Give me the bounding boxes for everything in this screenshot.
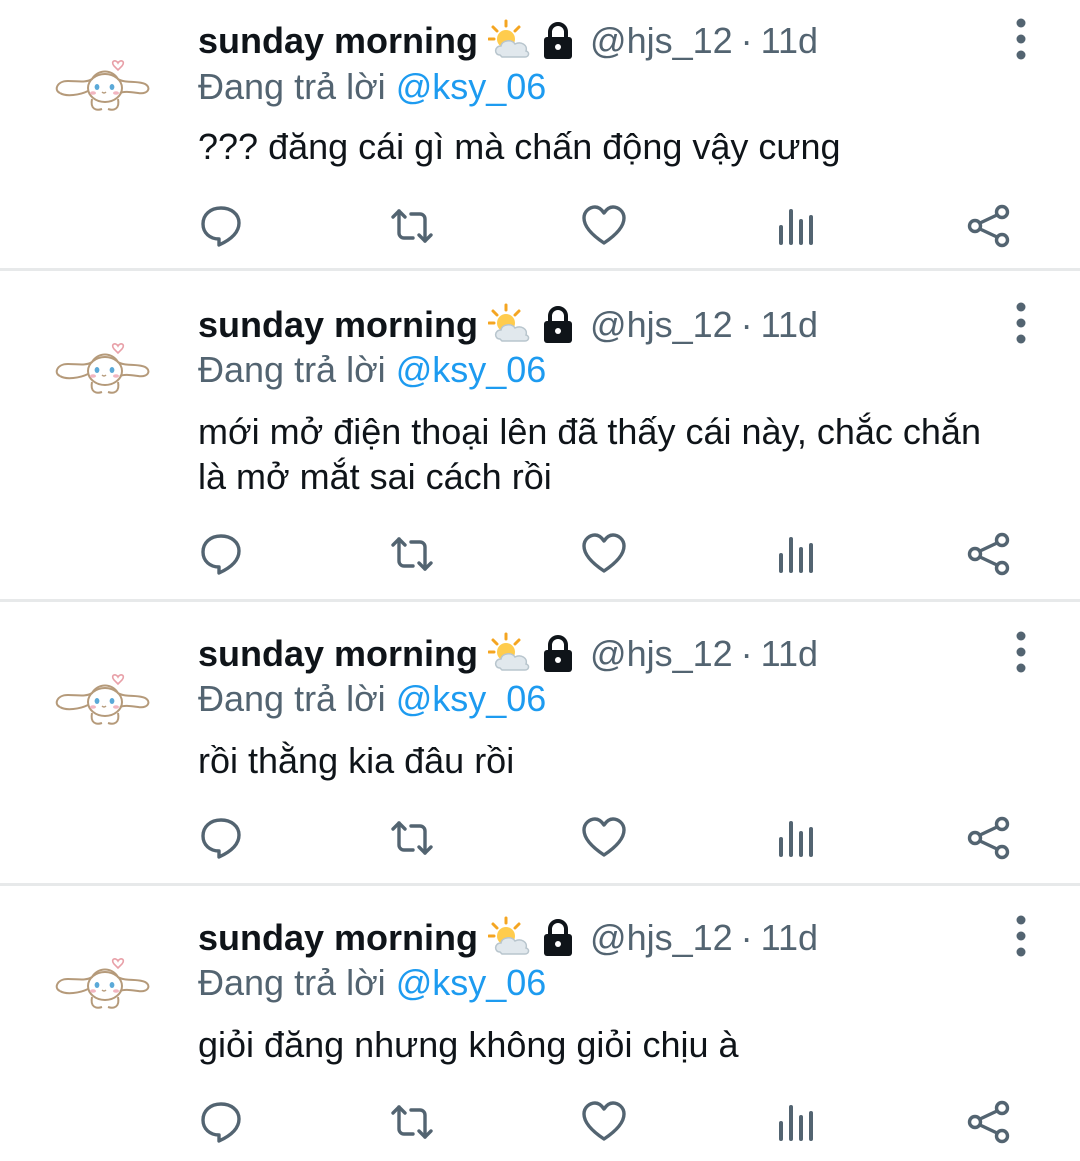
more-options-icon[interactable] [1004, 18, 1038, 60]
handle[interactable]: @hjs_12 [590, 20, 733, 62]
tweet-header: sunday morning @hjs_12 · 11d [198, 631, 818, 677]
tweet[interactable]: sunday morning @hjs_12 · 11d Đang trả lờ… [0, 0, 1080, 271]
tweet[interactable]: sunday morning @hjs_12 · 11d Đang trả lờ… [0, 602, 1080, 886]
tweet-header: sunday morning @hjs_12 · 11d [198, 18, 818, 64]
reply-icon[interactable] [198, 1099, 244, 1145]
tweet-actions [0, 531, 1080, 581]
replying-to: Đang trả lời @ksy_06 [198, 678, 546, 720]
reply-icon[interactable] [198, 203, 244, 249]
replying-to-mention[interactable]: @ksy_06 [396, 66, 547, 107]
views-icon[interactable] [773, 203, 819, 249]
replying-to-mention[interactable]: @ksy_06 [396, 349, 547, 390]
share-icon[interactable] [966, 203, 1012, 249]
tweet-actions [0, 815, 1080, 865]
like-icon[interactable] [581, 1099, 627, 1145]
replying-prefix: Đang trả lời [198, 678, 386, 719]
avatar[interactable] [52, 669, 152, 727]
tweet[interactable]: sunday morning @hjs_12 · 11d Đang trả lờ… [0, 886, 1080, 1161]
sun-behind-cloud-emoji [488, 632, 530, 671]
share-icon[interactable] [966, 531, 1012, 577]
replying-to-mention[interactable]: @ksy_06 [396, 962, 547, 1003]
separator: · [740, 917, 753, 958]
display-name[interactable]: sunday morning [198, 20, 478, 62]
replying-to: Đang trả lời @ksy_06 [198, 962, 546, 1004]
lock-icon [544, 306, 573, 343]
replying-to: Đang trả lời @ksy_06 [198, 349, 546, 391]
views-icon[interactable] [773, 531, 819, 577]
reply-icon[interactable] [198, 815, 244, 861]
replying-prefix: Đang trả lời [198, 962, 386, 1003]
replying-to-mention[interactable]: @ksy_06 [396, 678, 547, 719]
separator: · [740, 633, 753, 674]
like-icon[interactable] [581, 531, 627, 577]
reply-feed: sunday morning @hjs_12 · 11d Đang trả lờ… [0, 0, 1080, 1161]
sun-behind-cloud-emoji [488, 303, 530, 342]
avatar[interactable] [52, 953, 152, 1011]
replying-prefix: Đang trả lời [198, 66, 386, 107]
reply-icon[interactable] [198, 531, 244, 577]
timestamp[interactable]: 11d [761, 20, 818, 62]
timestamp[interactable]: 11d [761, 304, 818, 346]
tweet[interactable]: sunday morning @hjs_12 · 11d Đang trả lờ… [0, 271, 1080, 602]
timestamp[interactable]: 11d [761, 633, 818, 675]
tweet-text: giỏi đăng nhưng không giỏi chịu à [198, 1024, 739, 1065]
retweet-icon[interactable] [389, 531, 435, 577]
tweet-text: mới mở điện thoại lên đã thấy cái này, c… [198, 411, 981, 497]
handle[interactable]: @hjs_12 [590, 917, 733, 959]
tweet-actions [0, 1099, 1080, 1149]
tweet-header: sunday morning @hjs_12 · 11d [198, 302, 818, 348]
more-options-icon[interactable] [1004, 631, 1038, 673]
like-icon[interactable] [581, 815, 627, 861]
avatar[interactable] [52, 55, 152, 113]
views-icon[interactable] [773, 815, 819, 861]
display-name[interactable]: sunday morning [198, 633, 478, 675]
timestamp[interactable]: 11d [761, 917, 818, 959]
tweet-header: sunday morning @hjs_12 · 11d [198, 915, 818, 961]
retweet-icon[interactable] [389, 815, 435, 861]
lock-icon [544, 22, 573, 59]
replying-to: Đang trả lời @ksy_06 [198, 66, 546, 108]
tweet-text: ??? đăng cái gì mà chấn động vậy cưng [198, 126, 841, 167]
sun-behind-cloud-emoji [488, 19, 530, 58]
avatar[interactable] [52, 338, 152, 396]
separator: · [740, 20, 753, 61]
display-name[interactable]: sunday morning [198, 917, 478, 959]
tweet-text: rồi thằng kia đâu rồi [198, 740, 515, 781]
like-icon[interactable] [581, 203, 627, 249]
tweet-actions [0, 203, 1080, 253]
more-options-icon[interactable] [1004, 302, 1038, 344]
views-icon[interactable] [773, 1099, 819, 1145]
handle[interactable]: @hjs_12 [590, 633, 733, 675]
lock-icon [544, 635, 573, 672]
share-icon[interactable] [966, 815, 1012, 861]
separator: · [740, 304, 753, 345]
share-icon[interactable] [966, 1099, 1012, 1145]
lock-icon [544, 919, 573, 956]
retweet-icon[interactable] [389, 203, 435, 249]
replying-prefix: Đang trả lời [198, 349, 386, 390]
handle[interactable]: @hjs_12 [590, 304, 733, 346]
more-options-icon[interactable] [1004, 915, 1038, 957]
display-name[interactable]: sunday morning [198, 304, 478, 346]
retweet-icon[interactable] [389, 1099, 435, 1145]
sun-behind-cloud-emoji [488, 916, 530, 955]
